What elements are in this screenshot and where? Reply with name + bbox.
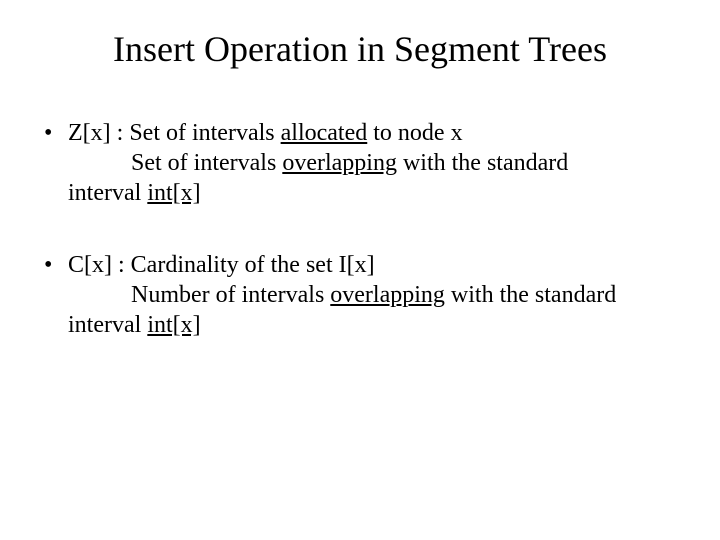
underlined-text: int[x]	[147, 312, 200, 338]
text-run: Number of intervals	[131, 282, 330, 308]
text-run: Set of intervals	[131, 150, 282, 176]
underlined-text: allocated	[281, 120, 368, 146]
slide-body: Z[x] : Set of intervals allocated to nod…	[40, 118, 680, 340]
text-run: Z[x] : Set of intervals	[68, 120, 281, 146]
bullet-item: C[x] : Cardinality of the set I[x] Numbe…	[40, 250, 680, 340]
continuation-line: Set of intervals overlapping with the st…	[68, 148, 680, 178]
text-run: with the standard	[445, 282, 616, 308]
wrap-line: interval int[x]	[68, 310, 680, 340]
continuation-line: Number of intervals overlapping with the…	[68, 280, 680, 310]
text-run: with the standard	[397, 150, 568, 176]
text-run: C[x] : Cardinality of the set I[x]	[68, 252, 375, 278]
slide: Insert Operation in Segment Trees Z[x] :…	[0, 0, 720, 540]
wrap-line: interval int[x]	[68, 178, 680, 208]
underlined-text: overlapping	[282, 150, 397, 176]
underlined-text: int[x]	[147, 180, 200, 206]
bullet-item: Z[x] : Set of intervals allocated to nod…	[40, 118, 680, 208]
text-run: interval	[68, 180, 147, 206]
text-run: interval	[68, 312, 147, 338]
slide-title: Insert Operation in Segment Trees	[40, 28, 680, 70]
underlined-text: overlapping	[330, 282, 445, 308]
text-run: to node x	[367, 120, 462, 146]
bullet-list: Z[x] : Set of intervals allocated to nod…	[40, 118, 680, 340]
